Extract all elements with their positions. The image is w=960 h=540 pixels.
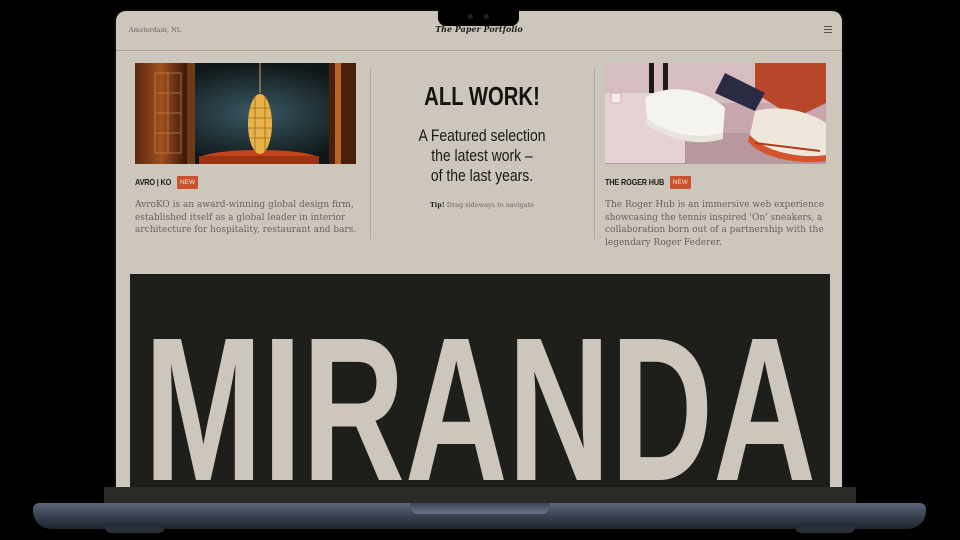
intro-block: ALL WORK! A Featured selection the lates…: [370, 81, 594, 209]
browser-screen: Amsterdam, NL The Paper Portfolio AVRO |…: [116, 11, 842, 487]
subtitle-line: of the last years.: [430, 166, 534, 185]
featured-banner-miranda[interactable]: MIRANDA: [130, 274, 830, 487]
project-name[interactable]: THE ROGER HUB: [605, 177, 664, 187]
hamburger-icon[interactable]: [824, 26, 832, 34]
project-card-avroko[interactable]: AVRO | KO NEW AvroKO is an award-winning…: [135, 63, 359, 237]
laptop-foot: [795, 527, 855, 533]
subtitle-line: A Featured selection: [418, 126, 546, 145]
camera-notch: [438, 9, 519, 26]
project-title-row: AVRO | KO NEW: [135, 173, 359, 191]
project-card-roger-hub[interactable]: THE ROGER HUB NEW The Roger Hub is an im…: [605, 63, 831, 249]
project-description: AvroKO is an award-winning global design…: [135, 200, 357, 236]
project-thumbnail-avroko[interactable]: [135, 63, 356, 164]
new-badge: NEW: [176, 175, 199, 189]
tip-label: Tip!: [429, 201, 445, 209]
project-thumbnail-roger-hub[interactable]: [605, 63, 826, 164]
project-title-row: THE ROGER HUB NEW: [605, 173, 831, 191]
page-heading: ALL WORK!: [424, 81, 540, 111]
lantern-image: [135, 63, 356, 164]
banner-word: MIRANDA: [144, 295, 816, 487]
camera-icon: [468, 14, 473, 19]
navigation-tip: Tip! Drag sideways to navigate: [370, 201, 594, 209]
project-name[interactable]: AVRO | KO: [135, 177, 171, 187]
tip-text: Drag sideways to navigate: [444, 201, 535, 209]
intro-subtitle: A Featured selection the latest work – o…: [390, 126, 574, 186]
laptop-base-opening: [410, 503, 550, 514]
project-description: The Roger Hub is an immersive web experi…: [605, 200, 825, 248]
column-divider: [594, 67, 595, 239]
sensor-icon: [484, 14, 489, 19]
sneaker-image: [605, 63, 826, 164]
banner-wordmark: MIRANDA: [144, 295, 816, 487]
subtitle-line: the latest work –: [431, 146, 533, 165]
new-badge: NEW: [669, 175, 691, 189]
laptop-foot: [105, 527, 165, 533]
